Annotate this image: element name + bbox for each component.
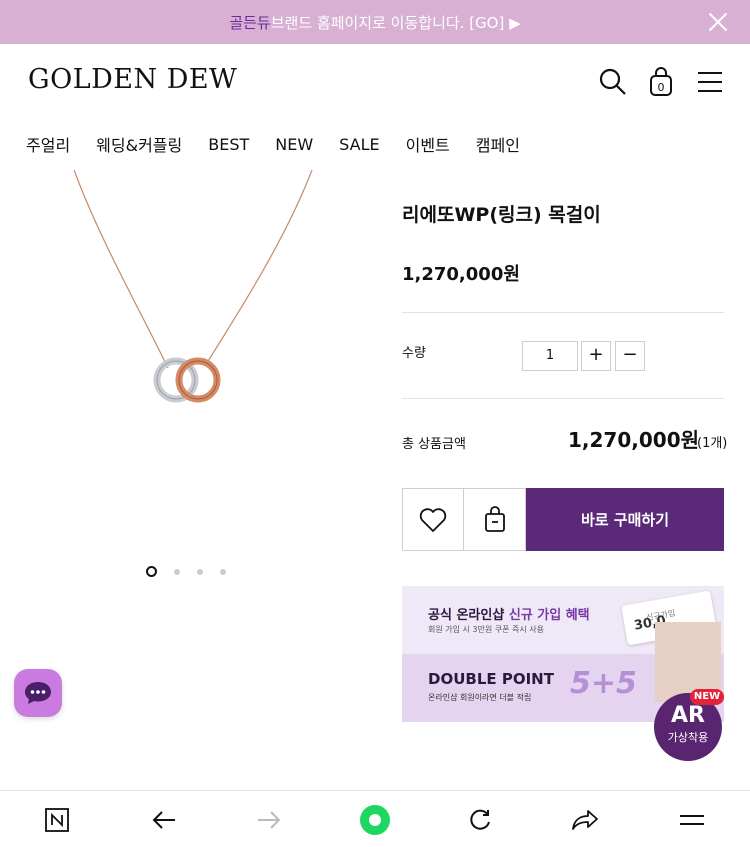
- heart-icon: [419, 507, 447, 532]
- logo[interactable]: GOLDEN DEW: [28, 64, 237, 95]
- quantity-plus-button[interactable]: +: [581, 341, 611, 371]
- green-dot-button[interactable]: [358, 803, 392, 837]
- arrow-right-icon: [258, 811, 281, 829]
- product-image[interactable]: [0, 170, 380, 570]
- nav-item-best[interactable]: BEST: [208, 135, 249, 154]
- product-name: 리에또WP(링크) 목걸이: [402, 204, 601, 226]
- forward-button[interactable]: [252, 803, 286, 837]
- nav-item-sale[interactable]: SALE: [339, 135, 379, 154]
- top-banner[interactable]: 골든듀 브랜드 홈페이지로 이동합니다. [GO] ▶: [0, 0, 750, 44]
- carousel-dot[interactable]: [174, 568, 180, 575]
- category-nav: 주얼리 웨딩&커플링 BEST NEW SALE 이벤트 캠페인: [0, 118, 750, 170]
- quantity-minus-button[interactable]: −: [615, 341, 645, 371]
- arrow-left-icon: [152, 811, 175, 829]
- divider: [402, 312, 724, 313]
- green-circle-icon: [360, 805, 390, 835]
- total-price: 1,270,000원: [568, 428, 700, 452]
- nav-item-new[interactable]: NEW: [275, 135, 313, 154]
- banner-brand: 골든듀: [229, 13, 271, 32]
- five-plus-five: 5+5: [570, 666, 637, 701]
- carousel-dot[interactable]: [220, 568, 226, 575]
- reload-icon: [470, 809, 490, 830]
- nav-item-wedding[interactable]: 웨딩&커플링: [96, 132, 182, 156]
- carousel-dots: [146, 566, 243, 577]
- browser-menu-button[interactable]: [675, 803, 709, 837]
- bag-icon: [484, 505, 505, 532]
- promo-title-accent: 신규 가입 혜택: [508, 608, 590, 623]
- share-icon: [572, 810, 598, 830]
- promo-title: 공식 온라인샵 신규 가입 혜택: [428, 604, 590, 623]
- double-point-subtitle: 온라인샵 회원이라면 더블 적립: [428, 693, 532, 702]
- nav-item-event[interactable]: 이벤트: [406, 132, 450, 156]
- ar-label: AR: [671, 703, 705, 728]
- quantity-input[interactable]: 1: [522, 341, 578, 371]
- chat-bubble-icon: [25, 682, 51, 704]
- cart-count: 0: [658, 81, 665, 94]
- total-count: (1개): [697, 436, 728, 451]
- close-icon[interactable]: [706, 10, 730, 34]
- add-to-cart-button[interactable]: [464, 488, 526, 551]
- buy-now-button[interactable]: 바로 구매하기: [526, 488, 724, 551]
- banner-message: 브랜드 홈페이지로 이동합니다. [GO] ▶: [270, 13, 521, 32]
- share-button[interactable]: [568, 803, 602, 837]
- header: GOLDEN DEW 0: [0, 44, 750, 118]
- carousel-dot[interactable]: [146, 566, 157, 577]
- browser-toolbar: [0, 790, 750, 847]
- product-price: 1,270,000원: [402, 264, 520, 285]
- quantity-label: 수량: [402, 346, 426, 361]
- promo-subtitle: 회원 가입 시 3만원 쿠폰 즉시 사용: [428, 625, 545, 634]
- menu-icon[interactable]: [694, 66, 726, 98]
- wishlist-button[interactable]: [402, 488, 464, 551]
- divider: [402, 398, 724, 399]
- naver-home-button[interactable]: [40, 803, 74, 837]
- new-badge: NEW: [690, 689, 724, 705]
- ar-sub-label: 가상착용: [667, 731, 709, 744]
- promo-title-pre: 공식 온라인샵: [428, 608, 509, 623]
- action-buttons: 바로 구매하기: [402, 488, 724, 551]
- reload-button[interactable]: [463, 803, 497, 837]
- back-button[interactable]: [147, 803, 181, 837]
- total-label: 총 상품금액: [402, 437, 466, 452]
- nav-item-campaign[interactable]: 캠페인: [476, 132, 520, 156]
- naver-n-icon: [45, 808, 69, 832]
- double-point-title: DOUBLE POINT: [428, 670, 554, 688]
- chat-button[interactable]: [14, 669, 62, 717]
- nav-item-jewelry[interactable]: 주얼리: [26, 132, 70, 156]
- hamburger-icon: [680, 815, 704, 825]
- search-icon[interactable]: [597, 66, 629, 98]
- cart-icon[interactable]: 0: [645, 66, 677, 98]
- carousel-dot[interactable]: [197, 568, 203, 575]
